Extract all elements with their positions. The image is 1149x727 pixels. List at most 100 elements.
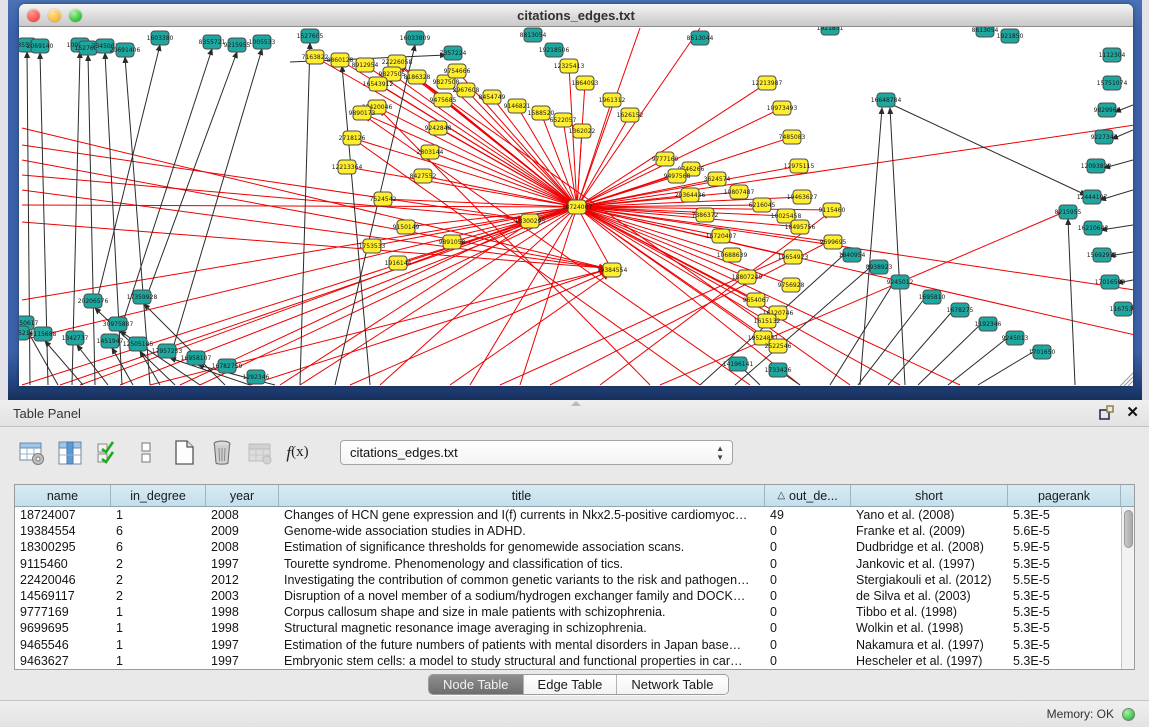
- table-cell[interactable]: Tourette syndrome. Phenomenology and cla…: [279, 556, 765, 572]
- table-cell[interactable]: 1998: [206, 620, 279, 636]
- table-cell[interactable]: Nakamura et al. (1997): [851, 637, 1008, 653]
- table-cell[interactable]: 9463627: [15, 653, 111, 669]
- table-cell[interactable]: 1: [111, 507, 206, 523]
- table-cell[interactable]: 2: [111, 556, 206, 572]
- table-cell[interactable]: 18724007: [15, 507, 111, 523]
- delete-column-icon[interactable]: [208, 439, 235, 466]
- table-cell[interactable]: 1997: [206, 637, 279, 653]
- table-cell[interactable]: 2003: [206, 588, 279, 604]
- table-cell[interactable]: Dudbridge et al. (2008): [851, 539, 1008, 555]
- column-header-title[interactable]: title: [279, 485, 765, 506]
- column-header-short[interactable]: short: [851, 485, 1008, 506]
- table-cell[interactable]: 5.5E-5: [1008, 572, 1121, 588]
- table-cell[interactable]: Structural magnetic resonance image aver…: [279, 620, 765, 636]
- table-cell[interactable]: Disruption of a novel member of a sodium…: [279, 588, 765, 604]
- table-cell[interactable]: 5.3E-5: [1008, 620, 1121, 636]
- column-header-pagerank[interactable]: pagerank: [1008, 485, 1121, 506]
- table-cell[interactable]: 18300295: [15, 539, 111, 555]
- table-cell[interactable]: 1997: [206, 556, 279, 572]
- table-cell[interactable]: 1: [111, 620, 206, 636]
- table-cell[interactable]: 5.6E-5: [1008, 523, 1121, 539]
- table-cell[interactable]: 9465546: [15, 637, 111, 653]
- close-panel-icon[interactable]: ✕: [1126, 405, 1139, 420]
- tab-node-table[interactable]: Node Table: [429, 675, 524, 694]
- table-cell[interactable]: Franke et al. (2009): [851, 523, 1008, 539]
- table-cell[interactable]: 2: [111, 588, 206, 604]
- function-builder-icon[interactable]: f(x): [284, 439, 311, 466]
- panel-divider-grip-icon[interactable]: [571, 401, 581, 406]
- table-cell[interactable]: 6: [111, 523, 206, 539]
- table-cell[interactable]: 5.9E-5: [1008, 539, 1121, 555]
- table-row[interactable]: 911546021997Tourette syndrome. Phenomeno…: [15, 556, 1134, 572]
- column-header-out_de[interactable]: △out_de...: [765, 485, 851, 506]
- table-cell[interactable]: 9699695: [15, 620, 111, 636]
- table-cell[interactable]: 9777169: [15, 604, 111, 620]
- table-cell[interactable]: 0: [765, 588, 851, 604]
- table-cell[interactable]: 5.3E-5: [1008, 604, 1121, 620]
- table-cell[interactable]: 0: [765, 637, 851, 653]
- table-cell[interactable]: Hescheler et al. (1997): [851, 653, 1008, 669]
- new-table-icon[interactable]: [170, 439, 197, 466]
- table-row[interactable]: 946554611997Estimation of the future num…: [15, 637, 1134, 653]
- table-cell[interactable]: Yano et al. (2008): [851, 507, 1008, 523]
- table-cell[interactable]: 2012: [206, 572, 279, 588]
- table-cell[interactable]: 0: [765, 539, 851, 555]
- table-cell[interactable]: 0: [765, 653, 851, 669]
- table-row[interactable]: 946362711997Embryonic stem cells: a mode…: [15, 653, 1134, 669]
- table-cell[interactable]: 22420046: [15, 572, 111, 588]
- column-header-in_degree[interactable]: in_degree: [111, 485, 206, 506]
- table-cell[interactable]: 0: [765, 604, 851, 620]
- table-cell[interactable]: Investigating the contribution of common…: [279, 572, 765, 588]
- delete-table-icon[interactable]: [246, 439, 273, 466]
- table-cell[interactable]: 0: [765, 620, 851, 636]
- table-cell[interactable]: 5.3E-5: [1008, 653, 1121, 669]
- table-cell[interactable]: Tibbo et al. (1998): [851, 604, 1008, 620]
- column-header-name[interactable]: name: [15, 485, 111, 506]
- table-cell[interactable]: Wolkin et al. (1998): [851, 620, 1008, 636]
- row-options-icon[interactable]: [132, 439, 159, 466]
- table-cell[interactable]: 2008: [206, 507, 279, 523]
- vertical-scrollbar[interactable]: [1121, 507, 1134, 669]
- memory-status-icon[interactable]: [1122, 708, 1135, 721]
- table-cell[interactable]: Estimation of significance thresholds fo…: [279, 539, 765, 555]
- table-cell[interactable]: Genome-wide association studies in ADHD.: [279, 523, 765, 539]
- table-cell[interactable]: 5.3E-5: [1008, 556, 1121, 572]
- table-row[interactable]: 977716911998Corpus callosum shape and si…: [15, 604, 1134, 620]
- table-cell[interactable]: Estimation of the future numbers of pati…: [279, 637, 765, 653]
- scrollbar-thumb[interactable]: [1124, 510, 1133, 548]
- table-cell[interactable]: 2009: [206, 523, 279, 539]
- table-row[interactable]: 2242004622012Investigating the contribut…: [15, 572, 1134, 588]
- table-row[interactable]: 969969511998Structural magnetic resonanc…: [15, 620, 1134, 636]
- table-cell[interactable]: 2: [111, 572, 206, 588]
- table-cell[interactable]: 19384554: [15, 523, 111, 539]
- table-cell[interactable]: 1998: [206, 604, 279, 620]
- table-cell[interactable]: 9115460: [15, 556, 111, 572]
- table-cell[interactable]: Stergiakouli et al. (2012): [851, 572, 1008, 588]
- table-row[interactable]: 1456911722003Disruption of a novel membe…: [15, 588, 1134, 604]
- table-cell[interactable]: Embryonic stem cells: a model to study s…: [279, 653, 765, 669]
- table-panel-header[interactable]: Table Panel ✕: [0, 400, 1149, 427]
- network-window[interactable]: citations_edges.txt 71638228860128891295…: [19, 4, 1133, 386]
- table-cell[interactable]: 0: [765, 523, 851, 539]
- network-canvas[interactable]: 7163822886012889129542222605898275051654…: [19, 27, 1133, 386]
- table-cell[interactable]: de Silva et al. (2003): [851, 588, 1008, 604]
- show-columns-icon[interactable]: [94, 439, 121, 466]
- table-cell[interactable]: 2008: [206, 539, 279, 555]
- table-cell[interactable]: 1997: [206, 653, 279, 669]
- table-cell[interactable]: 14569117: [15, 588, 111, 604]
- network-graph[interactable]: 7163822886012889129542222605898275051654…: [19, 27, 1133, 386]
- table-row[interactable]: 1938455462009Genome-wide association stu…: [15, 523, 1134, 539]
- table-cell[interactable]: 5.3E-5: [1008, 637, 1121, 653]
- table-cell[interactable]: Corpus callosum shape and size in male p…: [279, 604, 765, 620]
- table-settings-icon[interactable]: [18, 439, 45, 466]
- table-cell[interactable]: 49: [765, 507, 851, 523]
- tab-network-table[interactable]: Network Table: [617, 675, 727, 694]
- table-row[interactable]: 1830029562008Estimation of significance …: [15, 539, 1134, 555]
- column-header-year[interactable]: year: [206, 485, 279, 506]
- tab-edge-table[interactable]: Edge Table: [524, 675, 618, 694]
- table-selector-dropdown[interactable]: citations_edges.txt ▲▼: [340, 440, 733, 465]
- select-column-icon[interactable]: [56, 439, 83, 466]
- table-cell[interactable]: 0: [765, 572, 851, 588]
- table-row[interactable]: 1872400712008Changes of HCN gene express…: [15, 507, 1134, 523]
- table-cell[interactable]: 0: [765, 556, 851, 572]
